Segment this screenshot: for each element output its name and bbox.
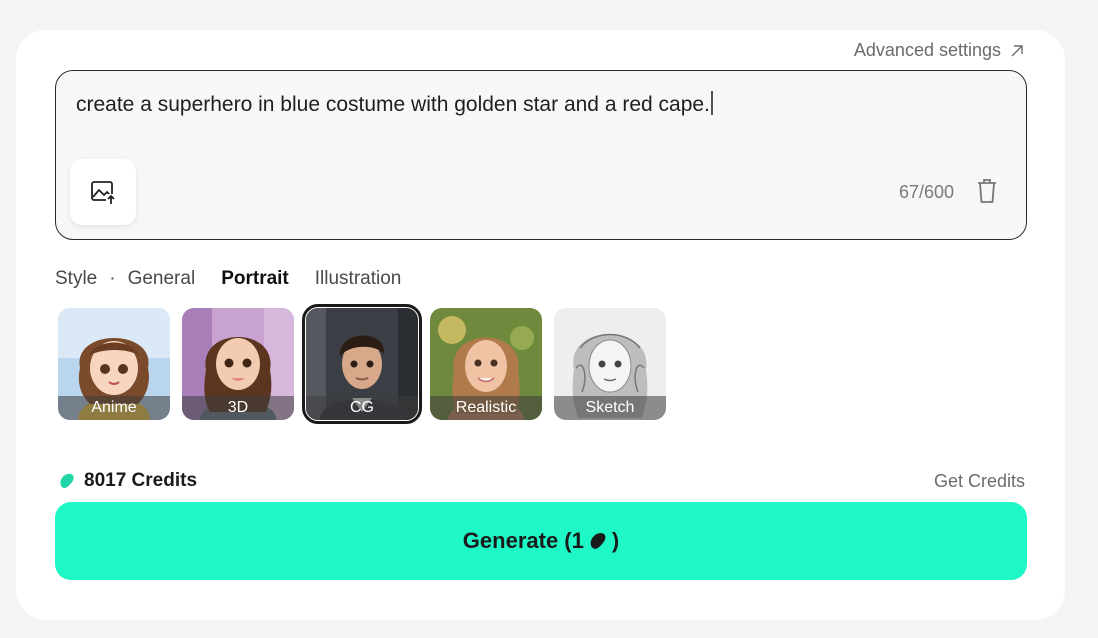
character-count: 67/600 xyxy=(898,182,954,202)
tab-portrait[interactable]: Portrait xyxy=(221,268,289,290)
style-presets: Anime 3D CG Realistic Sketch xyxy=(58,304,666,424)
prompt-text-wrap[interactable]: create a superhero in blue costume with … xyxy=(76,91,713,117)
style-preset-label: Anime xyxy=(58,396,170,420)
prompt-text: create a superhero in blue costume with … xyxy=(76,93,710,116)
image-upload-icon xyxy=(91,181,117,206)
generate-label-suffix: ) xyxy=(611,528,620,553)
get-credits-link[interactable]: Get Credits xyxy=(934,471,1025,492)
style-preset-sketch[interactable]: Sketch xyxy=(554,308,666,420)
style-preset-label: CG xyxy=(306,396,418,420)
advanced-settings-link[interactable]: Advanced settings xyxy=(854,40,1025,61)
style-preset-label: Realistic xyxy=(430,396,542,420)
external-arrow-icon xyxy=(1011,44,1023,56)
style-separator: · xyxy=(109,268,116,289)
advanced-settings-label: Advanced settings xyxy=(853,40,1001,60)
style-preset-label: 3D xyxy=(182,396,294,420)
credits-balance: 8017 Credits xyxy=(58,470,197,492)
tab-illustration[interactable]: Illustration xyxy=(315,268,402,290)
generate-button[interactable]: Generate (1 ) xyxy=(55,502,1027,580)
style-tabs: Style · General Portrait Illustration xyxy=(55,268,427,290)
generator-card: Advanced settings create a superhero in … xyxy=(16,30,1065,620)
credit-bean-icon xyxy=(590,533,606,549)
style-preset-realistic[interactable]: Realistic xyxy=(430,308,542,420)
style-preset-cg[interactable]: CG xyxy=(302,304,422,424)
credit-bean-icon xyxy=(60,473,74,489)
text-caret xyxy=(710,91,713,115)
style-preset-label: Sketch xyxy=(554,396,666,420)
image-upload-button[interactable] xyxy=(70,159,136,225)
prompt-input[interactable]: create a superhero in blue costume with … xyxy=(55,70,1027,240)
trash-icon[interactable] xyxy=(976,178,998,204)
style-preset-3d[interactable]: 3D xyxy=(182,308,294,420)
style-preset-anime[interactable]: Anime xyxy=(58,308,170,420)
generate-label-prefix: Generate (1 xyxy=(462,528,584,553)
style-label: Style xyxy=(55,268,98,289)
tab-general[interactable]: General xyxy=(128,268,196,290)
credits-balance-label: 8017 Credits xyxy=(84,470,198,491)
